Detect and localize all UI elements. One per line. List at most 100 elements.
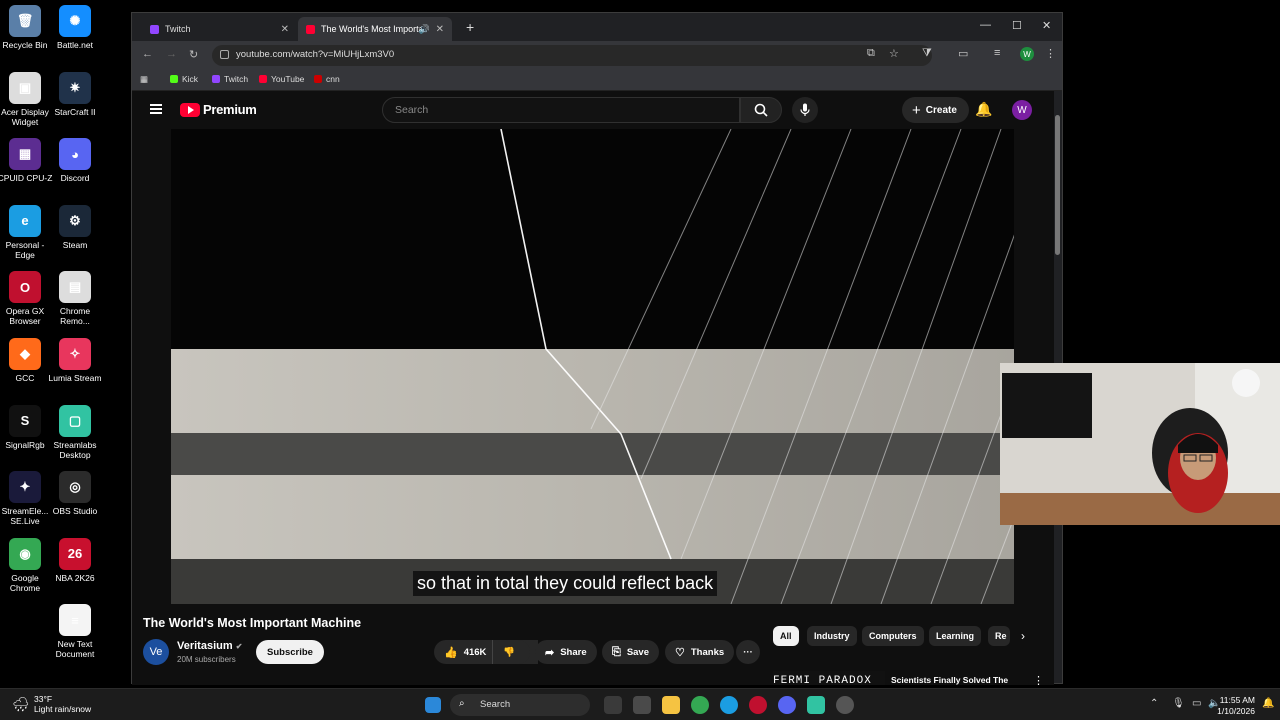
chevron-right-icon[interactable]: › (1021, 629, 1025, 643)
task-view-icon[interactable] (604, 696, 622, 714)
video-player[interactable]: so that in total they could reflect back… (171, 129, 1014, 604)
create-button[interactable]: + Create (902, 97, 969, 123)
recommendation-thumbnail[interactable]: FERMI PARADOX (773, 671, 885, 685)
more-actions-button[interactable]: ··· (736, 640, 760, 664)
taskbar-search[interactable]: ⌕ Search (450, 694, 590, 716)
save-button[interactable]: ⎘ Save (602, 640, 659, 664)
search-icon: ⌕ (459, 698, 465, 709)
share-button[interactable]: ➦ Share (535, 640, 597, 664)
widgets-icon[interactable] (633, 696, 651, 714)
close-window-icon[interactable]: ✕ (1042, 19, 1051, 32)
search-button[interactable] (740, 97, 782, 123)
notification-center-icon[interactable]: 🔔 (1262, 698, 1274, 709)
forward-icon[interactable]: → (166, 48, 177, 60)
app-icon: ✦ (9, 471, 41, 504)
chip-learning[interactable]: Learning (929, 626, 982, 646)
desktop-icon[interactable]: ✧ Lumia Stream (47, 338, 103, 383)
desktop-icon[interactable]: ◎ OBS Studio (47, 471, 103, 516)
desktop-icon[interactable]: ✷ StarCraft II (47, 71, 103, 117)
app-icon: ⚙ (59, 204, 91, 237)
desktop-icon[interactable]: ▢ Streamlabs Desktop (47, 404, 103, 460)
tab-twitch[interactable]: Twitch ✕ (142, 17, 297, 41)
audio-playing-icon[interactable]: 🔊 (419, 24, 430, 35)
tray-chevron-up-icon[interactable]: ⌃ (1150, 698, 1158, 709)
streamlabs-icon[interactable] (807, 696, 825, 714)
desktop-icon[interactable]: e Personal - Edge (0, 204, 53, 260)
desktop-icon[interactable]: 26 NBA 2K26 (47, 537, 103, 583)
extensions-icon[interactable]: ⧩ (922, 47, 932, 60)
desktop-icon-label: GCC (15, 373, 35, 383)
search-icon (754, 103, 768, 117)
youtube-premium-logo[interactable]: Premium (180, 102, 257, 117)
desktop-icon[interactable]: ◕ Discord (47, 138, 103, 183)
desktop-icon[interactable]: ▣ Acer Display Widget (0, 71, 53, 127)
back-icon[interactable]: ← (142, 48, 153, 60)
desktop-icon[interactable]: ✦ StreamEle... SE.Live (0, 471, 53, 526)
dislike-button[interactable]: 👎 (492, 640, 530, 664)
chip-partial[interactable]: Re (988, 626, 1010, 646)
cast-icon[interactable]: ▭ (958, 47, 968, 60)
site-info-icon[interactable] (220, 50, 229, 59)
settings-gear-icon[interactable] (836, 696, 854, 714)
reload-icon[interactable]: ↻ (189, 48, 198, 61)
scrollbar-thumb[interactable] (1055, 115, 1060, 255)
desktop-icon[interactable]: ▦ CPUID CPU-Z (0, 138, 53, 183)
desktop-icon[interactable]: O Opera GX Browser (0, 271, 53, 326)
channel-name[interactable]: Veritasium ✔ (177, 640, 242, 652)
desktop-icon[interactable]: S SignalRgb (0, 404, 53, 450)
subscribe-button[interactable]: Subscribe (256, 640, 324, 664)
recommendation-menu-icon[interactable]: ⋮ (1033, 674, 1044, 685)
notifications-bell-icon[interactable]: 🔔 (975, 101, 992, 118)
microphone-tray-icon[interactable]: 🎙 (1172, 698, 1185, 709)
desktop-icon[interactable]: ≡ New Text Document (47, 604, 103, 659)
chip-computers[interactable]: Computers (862, 626, 924, 646)
hamburger-menu-icon[interactable] (150, 104, 162, 114)
windows-start-icon[interactable] (425, 697, 441, 713)
chip-industry[interactable]: Industry (807, 626, 857, 646)
desktop-icon[interactable]: 🗑 Recycle Bin (0, 5, 53, 50)
recommendation-title[interactable]: Scientists Finally Solved The Fermi Para… (891, 674, 1021, 685)
profile-avatar[interactable]: W (1020, 47, 1034, 61)
edge-icon[interactable] (720, 696, 738, 714)
display-tray-icon[interactable]: ▭ (1192, 698, 1201, 709)
bookmark-icon: ⎘ (612, 645, 621, 658)
desktop-icon[interactable]: ◆ GCC (0, 338, 53, 383)
maximize-icon[interactable]: ☐ (1012, 19, 1022, 32)
desktop-icon-label: StarCraft II (54, 106, 96, 117)
bookmark-cnn[interactable]: cnn (314, 74, 340, 84)
install-app-icon[interactable]: ⧉ (867, 47, 875, 60)
video-frame (171, 129, 1014, 604)
bookmark-kick[interactable]: Kick (170, 74, 198, 84)
close-tab-icon[interactable]: ✕ (281, 24, 289, 35)
voice-search-button[interactable] (792, 97, 818, 123)
discord-icon[interactable] (778, 696, 796, 714)
opera-gx-icon[interactable] (749, 696, 767, 714)
search-input[interactable]: Search (382, 97, 740, 123)
plus-icon: + (912, 101, 921, 119)
file-explorer-icon[interactable] (662, 696, 680, 714)
tab-youtube[interactable]: The World's Most Importan 🔊 ✕ (298, 17, 452, 41)
apps-grid-icon[interactable]: ▦ (140, 74, 148, 85)
weather-widget[interactable]: 33°F Light rain/snow (34, 694, 91, 714)
desktop-icon[interactable]: ⚙ Steam (47, 204, 103, 250)
channel-avatar[interactable]: Ve (143, 639, 169, 665)
chrome-icon[interactable] (691, 696, 709, 714)
bookmark-youtube[interactable]: YouTube (259, 74, 304, 84)
address-bar[interactable]: youtube.com/watch?v=MiUHjLxm3V0 (212, 45, 932, 66)
close-tab-icon[interactable]: ✕ (436, 24, 444, 35)
desktop-icon[interactable]: ◉ Google Chrome (0, 537, 53, 593)
thanks-button[interactable]: ♡ Thanks (665, 640, 735, 664)
media-control-icon[interactable]: ≡ (994, 47, 1000, 59)
bookmark-star-icon[interactable]: ☆ (889, 47, 899, 60)
menu-kebab-icon[interactable]: ⋮ (1045, 47, 1056, 60)
account-avatar[interactable]: W (1012, 100, 1032, 120)
chip-all[interactable]: All (773, 626, 799, 646)
desktop-icon-label: CPUID CPU-Z (0, 173, 53, 184)
desktop-icon[interactable]: ✺ Battle.net (47, 5, 103, 50)
taskbar-clock[interactable]: 11:55 AM 1/10/2026 (1217, 695, 1255, 717)
bookmark-twitch[interactable]: Twitch (212, 74, 248, 84)
desktop-icon[interactable]: ▤ Chrome Remo... (47, 271, 103, 326)
minimize-icon[interactable]: — (980, 19, 991, 31)
desktop-icon-label: New Text Document (55, 639, 95, 660)
new-tab-button[interactable]: + (458, 15, 482, 39)
